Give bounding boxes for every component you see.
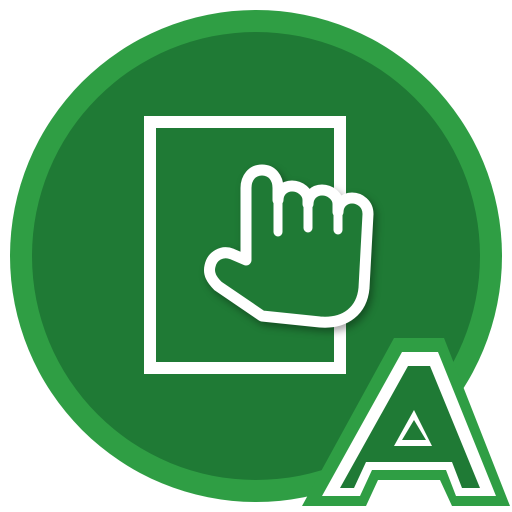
app-icon-graphic: [10, 10, 510, 506]
app-icon: [0, 0, 512, 512]
